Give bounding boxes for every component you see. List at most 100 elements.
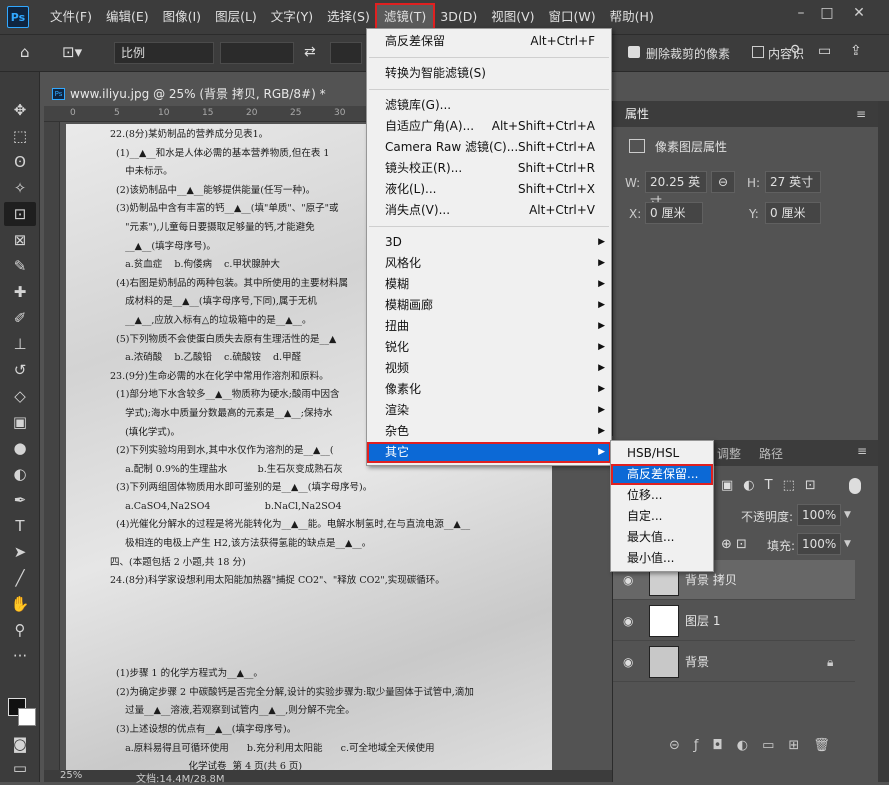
workspace-icon[interactable]: ▭ [818,43,831,59]
history-brush-icon[interactable]: ↺ [4,358,36,382]
menu-item[interactable]: 文字(Y) [264,5,320,29]
gradient-icon[interactable]: ▣ [4,410,36,434]
document-tab[interactable]: Ps www.iliyu.jpg @ 25% (背景 拷贝, RGB/8#) * [48,82,366,106]
layer-row[interactable]: ◉ 图层 1 [613,601,855,641]
more-tools-icon[interactable]: ··· [4,644,36,668]
chevron-down-icon[interactable]: ▼ [844,533,856,555]
magic-wand-icon[interactable]: ✧ [4,176,36,200]
crop-tool-icon[interactable]: ⊡ [4,202,36,226]
eyedropper-icon[interactable]: ✎ [4,254,36,278]
filter-menu-item[interactable]: 自适应广角(A)... Alt+Shift+Ctrl+A [367,116,611,137]
filter-menu-item[interactable]: 扭曲 ▶ [367,316,611,337]
eye-icon[interactable]: ◉ [623,601,633,641]
ratio-select[interactable]: 比例 [114,42,214,64]
zoom-level[interactable]: 25% [60,770,82,781]
home-icon[interactable]: ⌂ [20,43,30,61]
filter-menu-item[interactable]: 滤镜库(G)... [367,95,611,116]
dodge-tool-icon[interactable]: ◐ [4,462,36,486]
swap-icon[interactable]: ⇄ [304,44,316,60]
menu-item[interactable]: 视图(V) [484,5,541,29]
minimize-button[interactable]: – [788,4,814,22]
share-icon[interactable]: ⇪ [850,43,862,59]
menu-item[interactable]: 编辑(E) [99,5,156,29]
menu-item[interactable]: 窗口(W) [542,5,603,29]
filter-toggle[interactable] [849,478,861,494]
other-submenu-item[interactable]: 位移... [611,485,713,506]
menu-item[interactable]: 选择(S) [320,5,377,29]
filter-menu-item[interactable]: 消失点(V)... Alt+Ctrl+V [367,200,611,221]
zoom-tool-icon[interactable]: ⚲ [4,618,36,642]
line-tool-icon[interactable]: ╱ [4,566,36,590]
healing-brush-icon[interactable]: ✚ [4,280,36,304]
restore-button[interactable]: □ [814,4,840,22]
height-input[interactable] [330,42,362,64]
panel-menu-icon[interactable]: ≡ [856,101,866,127]
brush-tool-icon[interactable]: ✐ [4,306,36,330]
hand-tool-icon[interactable]: ✋ [4,592,36,616]
background-color-swatch[interactable] [18,708,36,726]
delete-cropped-checkbox[interactable] [628,46,640,58]
content-aware-checkbox[interactable] [752,46,764,58]
screen-mode-icon[interactable]: ▭ [4,756,36,780]
eye-icon[interactable]: ◉ [623,642,633,682]
close-button[interactable]: ✕ [846,4,872,22]
quick-mask-icon[interactable]: ◙ [4,732,36,756]
eraser-icon[interactable]: ◇ [4,384,36,408]
filter-menu-item[interactable]: 转换为智能滤镜(S) [367,63,611,84]
filter-menu-item[interactable]: 高反差保留 Alt+Ctrl+F [367,31,611,52]
right-panel-scrollbar[interactable] [878,101,889,782]
layer-row[interactable]: ◉ 背景 🔒︎ [613,642,855,682]
panel-menu-icon[interactable]: ≡ [857,444,867,458]
menu-item[interactable]: 3D(D) [433,5,484,29]
menu-item[interactable]: 文件(F) [43,5,99,29]
path-select-icon[interactable]: ➤ [4,540,36,564]
filter-menu-item[interactable]: 模糊画廊 ▶ [367,295,611,316]
other-submenu-item[interactable]: 最小值... [611,548,713,569]
tab-adjustments[interactable]: 调整 [717,445,741,462]
filter-menu-item[interactable]: 渲染 ▶ [367,400,611,421]
frame-tool-icon[interactable]: ⊠ [4,228,36,252]
filter-menu-item[interactable]: 风格化 ▶ [367,253,611,274]
y-field[interactable]: 0 厘米 [765,202,821,224]
filter-menu-item[interactable]: Camera Raw 滤镜(C)... Shift+Ctrl+A [367,137,611,158]
search-icon[interactable]: ⚲ [790,43,800,59]
filter-menu-item[interactable]: 其它 ▶ [367,442,611,463]
filter-menu-item[interactable]: 镜头校正(R)... Shift+Ctrl+R [367,158,611,179]
width-field[interactable]: 20.25 英寸 [645,171,707,209]
other-submenu-item[interactable]: 高反差保留... [611,464,713,485]
fill-field[interactable]: 100% [797,533,841,555]
stamp-tool-icon[interactable]: ⊥ [4,332,36,356]
chevron-down-icon[interactable]: ▼ [844,504,856,526]
filter-menu-item[interactable]: 像素化 ▶ [367,379,611,400]
filter-menu-item[interactable]: 3D ▶ [367,232,611,253]
layer-filter-icons[interactable]: ▣◐T⬚⊡ [721,478,826,493]
menu-item[interactable]: 图像(I) [156,5,208,29]
height-field[interactable]: 27 英寸 [765,171,821,193]
lock-icons[interactable]: ⊕ ⊡ [721,537,747,552]
other-submenu-item[interactable]: 最大值... [611,527,713,548]
layers-footer-icons[interactable]: ⊝ƒ◘◐▭⊞🗑︎ [669,738,844,753]
filter-menu-item[interactable]: 锐化 ▶ [367,337,611,358]
type-tool-icon[interactable]: T [4,514,36,538]
link-icon[interactable]: ⊖ [711,171,735,193]
menu-item[interactable]: 帮助(H) [603,5,661,29]
filter-menu-item[interactable]: 液化(L)... Shift+Ctrl+X [367,179,611,200]
crop-tool-icon[interactable]: ⊡▾ [62,43,82,61]
x-field[interactable]: 0 厘米 [645,202,703,224]
menu-item[interactable]: 图层(L) [208,5,264,29]
filter-menu-item[interactable]: 模糊 ▶ [367,274,611,295]
opacity-field[interactable]: 100% [797,504,841,526]
lasso-tool-icon[interactable]: ʘ [4,150,36,174]
filter-menu-item[interactable]: 视频 ▶ [367,358,611,379]
blur-tool-icon[interactable]: ● [4,436,36,460]
move-tool-icon[interactable]: ✥ [4,98,36,122]
menu-item[interactable]: 滤镜(T) [374,3,436,31]
width-input[interactable] [220,42,294,64]
other-submenu-item[interactable]: 自定... [611,506,713,527]
other-submenu-item[interactable]: HSB/HSL [611,443,713,464]
pen-tool-icon[interactable]: ✒ [4,488,36,512]
document-text-line: 四、(本题包括 2 小题,共 18 分) [110,556,246,568]
filter-menu-item[interactable]: 杂色 ▶ [367,421,611,442]
tab-paths[interactable]: 路径 [759,445,783,462]
marquee-tool-icon[interactable]: ⬚ [4,124,36,148]
